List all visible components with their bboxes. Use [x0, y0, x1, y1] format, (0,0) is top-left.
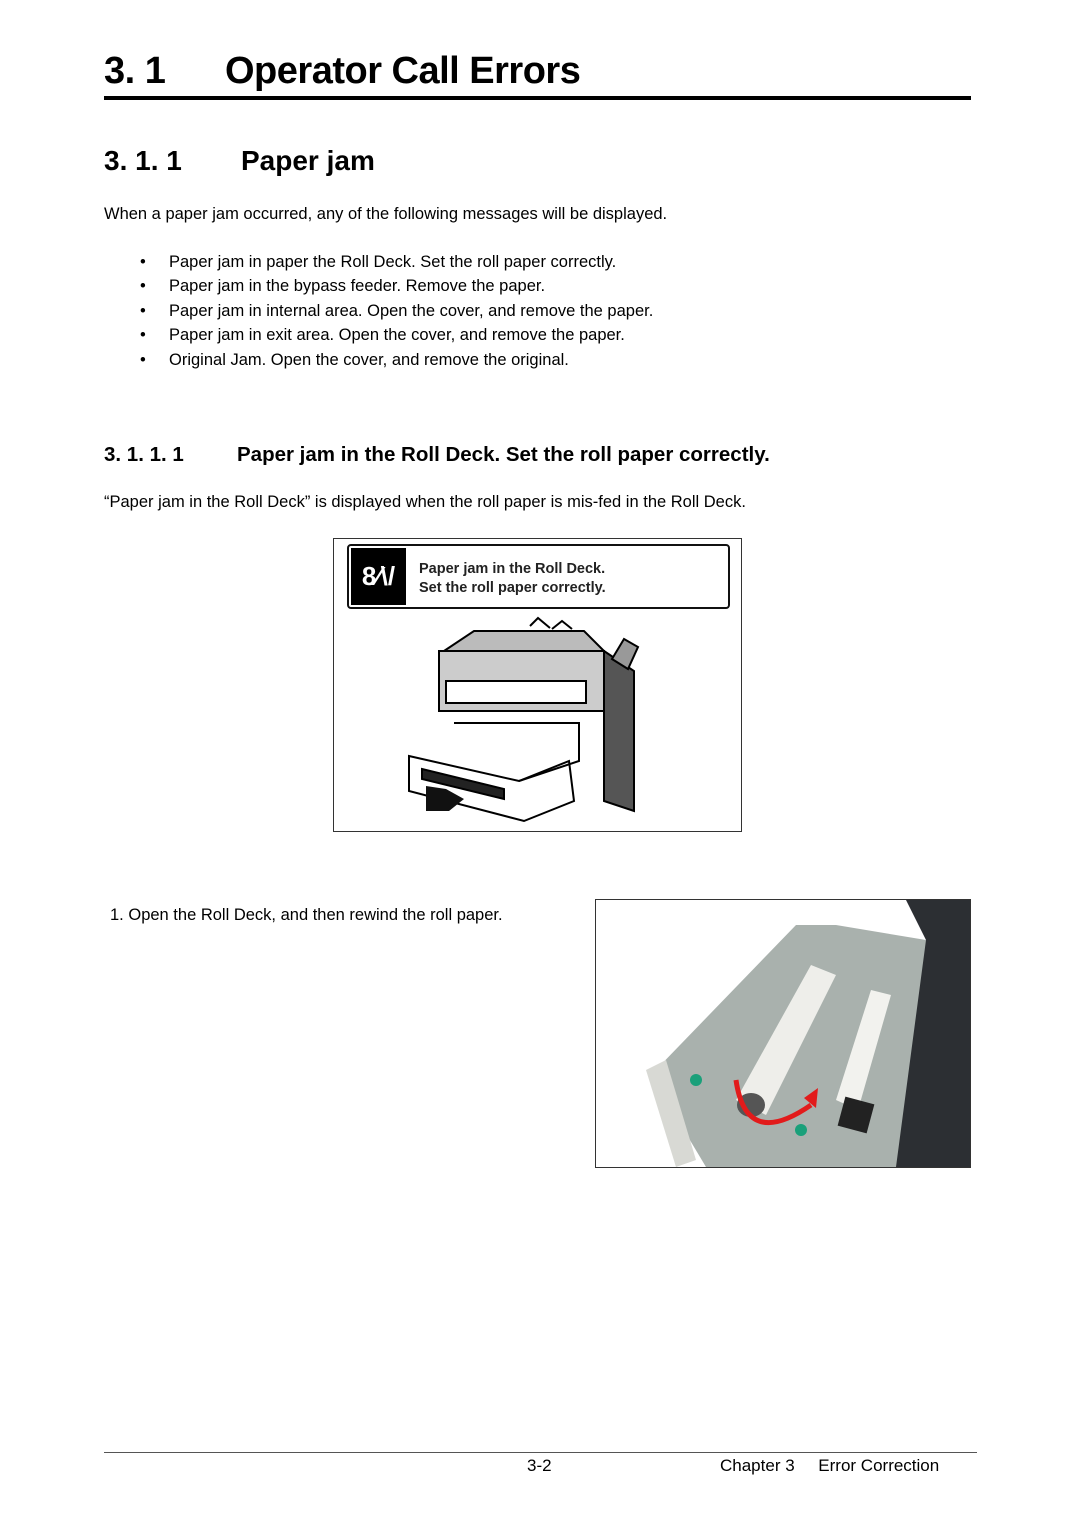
step-text: Open the Roll Deck, and then rewind the … [128, 906, 503, 924]
footer-chapter: Chapter 3 Error Correction [720, 1456, 940, 1475]
page-number: 3-2 [527, 1456, 552, 1475]
panel-message: Paper jam in the Roll Deck. Set the roll… [419, 561, 606, 596]
screen-illustration: 8⁄\/ Paper jam in the Roll Deck. Set the… [333, 538, 742, 832]
list-item: • Paper jam in internal area. Open the co… [140, 301, 654, 320]
error-message-panel: 8⁄\/ Paper jam in the Roll Deck. Set the… [347, 544, 730, 609]
section-number: 3. 1 [104, 50, 166, 92]
list-item: • Paper jam in exit area. Open the cover,… [140, 326, 625, 345]
message-list: • Paper jam in paper the Roll Deck. Set t… [140, 252, 653, 374]
paper-jam-icon: 8⁄\/ [351, 548, 406, 605]
subsubsection-title: Paper jam in the Roll Deck. Set the roll… [237, 443, 770, 466]
roll-deck-photo [595, 899, 971, 1168]
section-heading: 3. 1 Operator Call Errors [104, 50, 581, 93]
description-paragraph: “Paper jam in the Roll Deck” is displaye… [104, 493, 746, 511]
list-item: • Paper jam in the bypass feeder. Remove … [140, 277, 546, 296]
list-item: • Original Jam. Open the cover, and remov… [140, 350, 569, 369]
bullet-icon: • [140, 301, 146, 320]
list-item: • Paper jam in paper the Roll Deck. Set t… [140, 253, 617, 271]
subsubsection-number: 3. 1. 1. 1 [104, 443, 184, 466]
bullet-icon: • [140, 326, 146, 345]
printer-drawing [408, 616, 640, 823]
subsubsection-heading: 3. 1. 1. 1 Paper jam in the Roll Deck. Se… [104, 443, 770, 467]
bullet-icon: • [140, 277, 146, 296]
subsection-number: 3. 1. 1 [104, 145, 182, 176]
step-number: 1. [110, 906, 124, 924]
bullet-icon: • [140, 253, 146, 271]
footer-rule [104, 1452, 977, 1453]
bullet-icon: • [140, 350, 146, 369]
subsection-heading: 3. 1. 1 Paper jam [104, 145, 375, 177]
section-title: Operator Call Errors [225, 50, 581, 92]
subsection-title: Paper jam [241, 145, 375, 176]
heading-rule [104, 96, 971, 100]
step-1: 1. Open the Roll Deck, and then rewind t… [110, 906, 503, 925]
intro-paragraph: When a paper jam occurred, any of the fo… [104, 205, 668, 223]
